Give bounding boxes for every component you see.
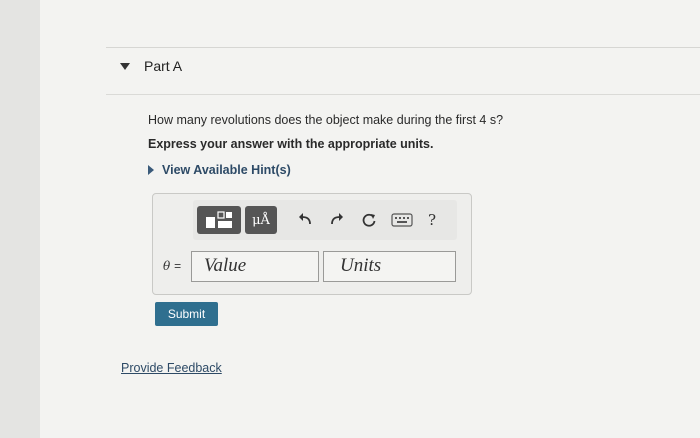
reset-icon bbox=[362, 213, 376, 227]
templates-icon bbox=[206, 211, 232, 228]
page-left-edge bbox=[0, 0, 41, 438]
part-header[interactable]: Part A bbox=[120, 58, 182, 74]
variable-symbol: θ bbox=[163, 259, 171, 273]
redo-button[interactable] bbox=[323, 206, 351, 234]
units-input[interactable]: Units bbox=[323, 251, 456, 282]
question-text: How many revolutions does the object mak… bbox=[148, 113, 504, 127]
hint-label[interactable]: View Available Hint(s) bbox=[162, 163, 291, 177]
undo-icon bbox=[299, 213, 311, 225]
view-hints-toggle[interactable]: View Available Hint(s) bbox=[148, 163, 291, 177]
provide-feedback-link[interactable]: Provide Feedback bbox=[121, 361, 222, 375]
keyboard-button[interactable] bbox=[387, 206, 417, 234]
undo-button[interactable] bbox=[291, 206, 319, 234]
answer-variable-label: θ = bbox=[163, 259, 181, 273]
redo-icon bbox=[331, 213, 343, 225]
answer-instruction: Express your answer with the appropriate… bbox=[148, 137, 434, 151]
reset-button[interactable] bbox=[355, 206, 383, 234]
help-button[interactable]: ? bbox=[421, 206, 443, 234]
equals-sign: = bbox=[174, 259, 182, 273]
chevron-down-icon[interactable] bbox=[120, 62, 130, 70]
top-divider bbox=[106, 47, 700, 48]
header-divider bbox=[106, 94, 700, 95]
math-toolbar: μÅ ? bbox=[193, 200, 457, 240]
chevron-right-icon bbox=[148, 165, 154, 175]
templates-button[interactable] bbox=[197, 206, 241, 234]
submit-button[interactable]: Submit bbox=[155, 302, 218, 326]
keyboard-icon bbox=[391, 213, 413, 227]
units-button[interactable]: μÅ bbox=[245, 206, 277, 234]
part-title: Part A bbox=[144, 58, 183, 74]
value-input[interactable]: Value bbox=[191, 251, 319, 282]
